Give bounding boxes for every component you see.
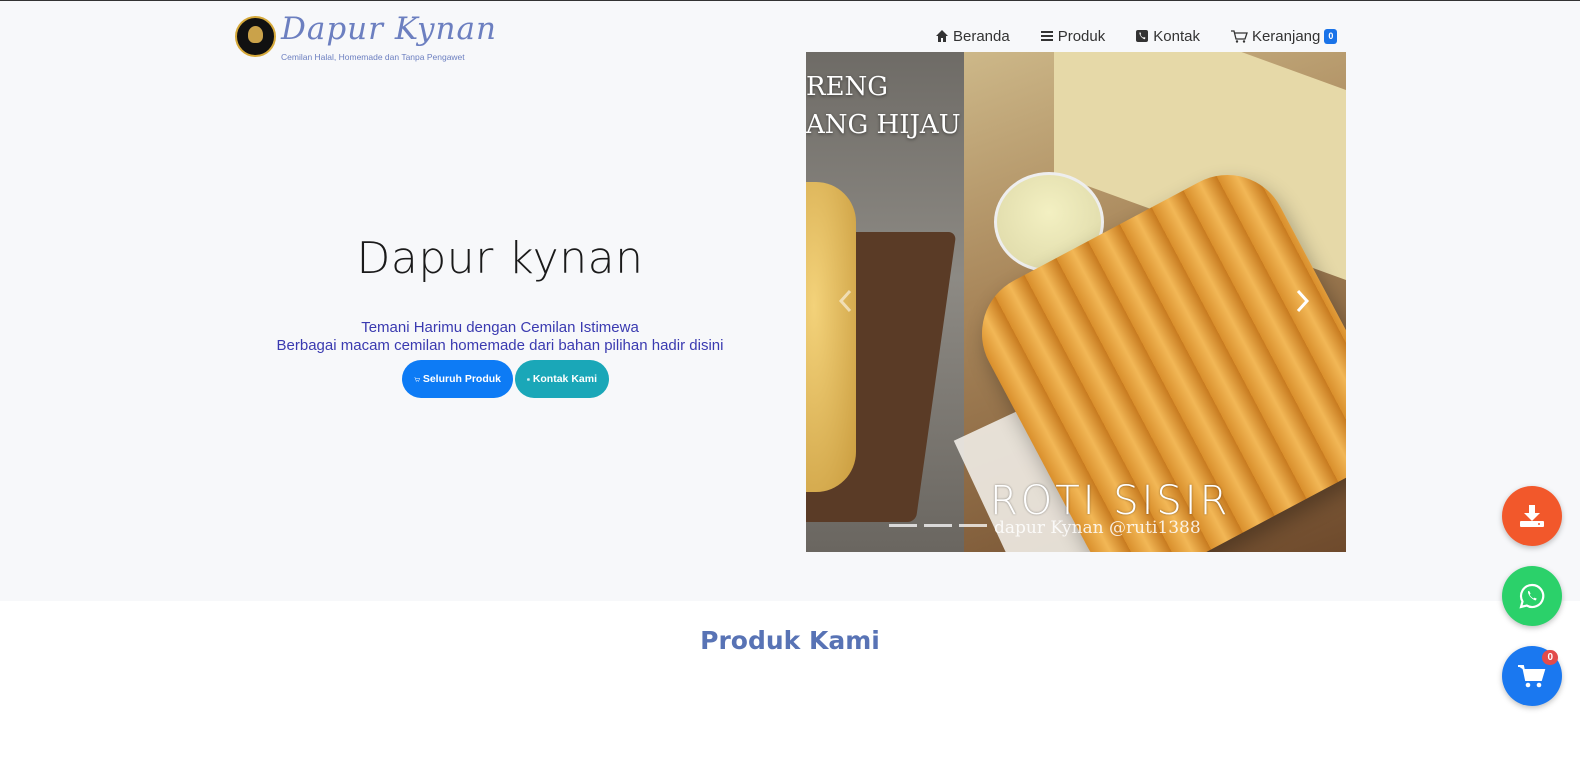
menu-icon: [1040, 31, 1053, 41]
phone-icon: [527, 377, 530, 381]
cart-icon: [1230, 30, 1248, 43]
cake-image: [806, 182, 856, 492]
brand-logo[interactable]: Dapur Kynan Cemilan Halal, Homemade dan …: [235, 11, 496, 65]
carousel-next-icon[interactable]: [1292, 286, 1312, 316]
nav-cart-label: Keranjang: [1251, 27, 1321, 45]
carousel-indicators: [889, 524, 994, 527]
phone-icon: [1136, 30, 1149, 42]
carousel-indicator[interactable]: [924, 524, 952, 527]
download-icon: [1520, 505, 1544, 527]
brand-name: Dapur Kynan: [281, 11, 497, 47]
contact-us-button[interactable]: Kontak Kami: [515, 360, 609, 398]
hero-title: Dapur kynan: [356, 233, 644, 284]
cart-icon: [414, 376, 420, 382]
download-app-button[interactable]: [1502, 486, 1562, 546]
hero-section: Dapur Kynan Cemilan Halal, Homemade dan …: [0, 1, 1580, 601]
slide-credit: dapur Kynan @ruti1388: [994, 518, 1201, 538]
carousel-prev-icon[interactable]: [836, 286, 856, 316]
carousel-slide-previous: RENG ANG HIJAU: [806, 52, 964, 552]
logo-emblem-icon: [235, 16, 276, 57]
hero-subtitle-line2: Berbagai macam cemilan homemade dari bah…: [276, 337, 724, 354]
contact-us-label: Kontak Kami: [532, 373, 597, 385]
nav-cart[interactable]: Keranjang 0: [1230, 27, 1338, 45]
slide-left-text: RENG ANG HIJAU: [806, 68, 961, 144]
hero-subtitle: Temani Harimu dengan Cemilan Istimewa Be…: [240, 319, 760, 355]
whatsapp-button[interactable]: [1502, 566, 1562, 626]
hero-buttons: Seluruh Produk Kontak Kami: [402, 360, 611, 398]
main-nav: Beranda Produk Kontak Keranjang 0: [935, 26, 1338, 46]
carousel-indicator[interactable]: [889, 524, 917, 527]
brand-tagline: Cemilan Halal, Homemade dan Tanpa Pengaw…: [281, 52, 465, 62]
carousel-indicator[interactable]: [959, 524, 987, 527]
whatsapp-icon: [1519, 583, 1545, 609]
cart-count-badge: 0: [1324, 28, 1338, 44]
cart-icon: [1518, 665, 1546, 688]
nav-products[interactable]: Produk: [1040, 27, 1106, 45]
nav-home-label: Beranda: [953, 27, 1010, 45]
slide-left-text-line2: ANG HIJAU: [806, 110, 961, 140]
product-carousel[interactable]: RENG ANG HIJAU ROTI SISIR dapur Kynan @r…: [806, 52, 1346, 552]
products-section-title: Produk Kami: [700, 626, 880, 655]
nav-home[interactable]: Beranda: [935, 28, 1010, 45]
all-products-button[interactable]: Seluruh Produk: [402, 360, 513, 398]
nav-products-label: Produk: [1057, 27, 1106, 45]
floating-cart-count: 0: [1542, 650, 1558, 665]
slide-left-text-line1: RENG: [806, 72, 889, 102]
nav-contact-label: Kontak: [1153, 27, 1200, 45]
home-icon: [936, 30, 948, 42]
floating-cart-button[interactable]: 0: [1502, 646, 1562, 706]
hero-subtitle-line1: Temani Harimu dengan Cemilan Istimewa: [361, 319, 639, 336]
nav-contact[interactable]: Kontak: [1135, 28, 1200, 45]
all-products-label: Seluruh Produk: [422, 373, 501, 385]
carousel-slide-active: [953, 52, 1346, 552]
